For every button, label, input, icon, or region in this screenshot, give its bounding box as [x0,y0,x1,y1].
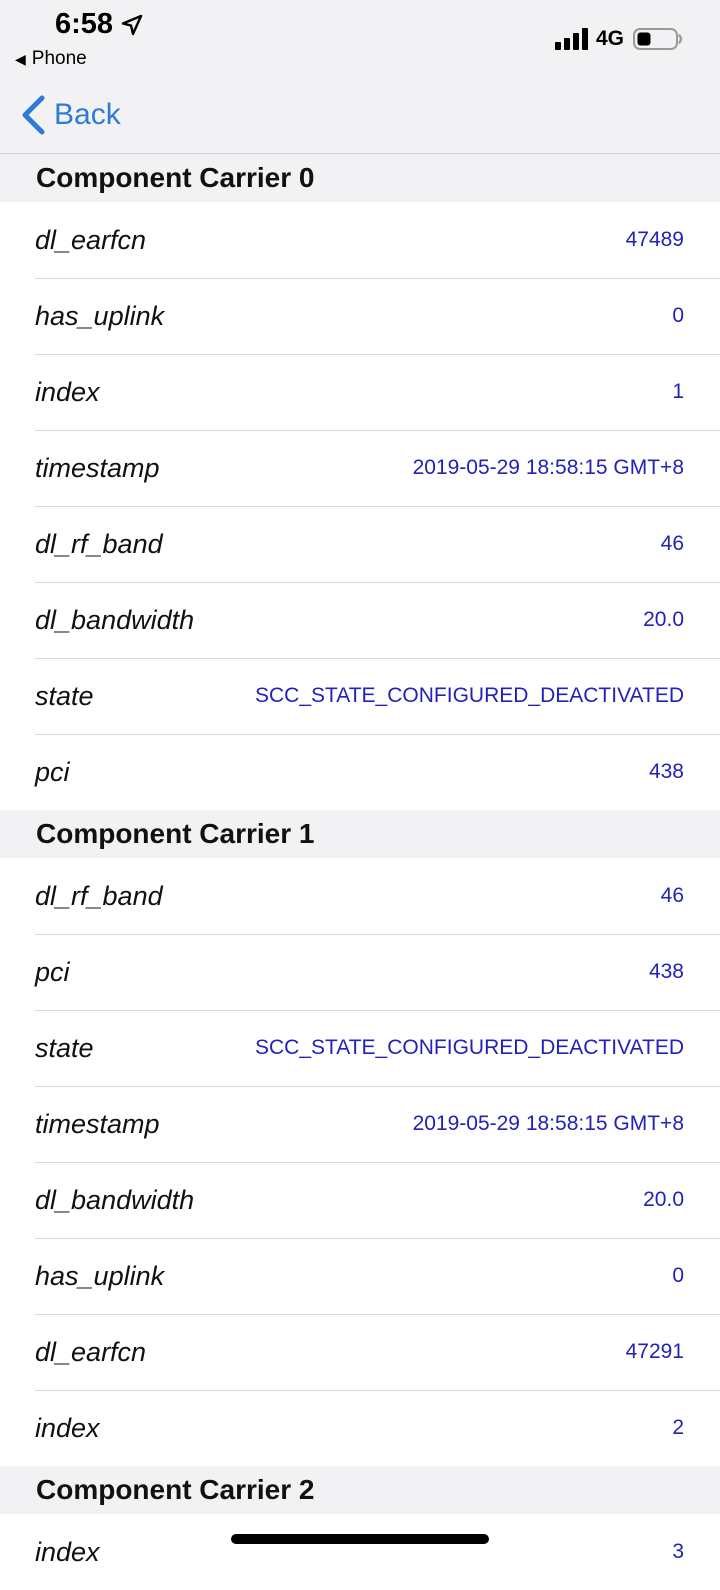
network-type: 4G [596,27,625,50]
row-value: 20.0 [643,608,684,631]
row-key: dl_earfcn [35,224,147,255]
row-value: 47489 [625,228,684,251]
row-value: 47291 [625,1340,684,1363]
row-value: 438 [648,960,684,983]
list-row[interactable]: index 1 [0,354,720,430]
list-row[interactable]: index 3 [0,1514,720,1590]
row-key: has_uplink [35,1260,165,1291]
battery-icon [633,28,683,50]
row-value: 46 [660,532,684,555]
row-value: 0 [672,1264,684,1287]
row-key: timestamp [35,452,160,483]
list-row[interactable]: index 2 [0,1390,720,1466]
location-arrow-icon [121,14,143,36]
row-key: pci [35,756,70,787]
list-row[interactable]: has_uplink 0 [0,1238,720,1314]
list-row[interactable]: dl_rf_band 46 [0,506,720,582]
row-key: index [35,1412,100,1443]
section-rows: dl_rf_band 46 pci 438 state SCC_STATE_CO… [0,858,720,1466]
carrier-list: Component Carrier 0 dl_earfcn 47489 has_… [0,154,720,1590]
row-key: dl_rf_band [35,528,163,559]
row-key: dl_bandwidth [35,604,195,635]
list-row[interactable]: has_uplink 0 [0,278,720,354]
row-key: dl_bandwidth [35,1184,195,1215]
row-value: 0 [672,304,684,327]
row-key: dl_rf_band [35,880,163,911]
status-bar: 6:58 ◀ Phone 4G [0,0,720,80]
section-rows: dl_earfcn 47489 has_uplink 0 index 1 tim… [0,202,720,810]
status-time: 6:58 [55,8,114,40]
section-rows: index 3 [0,1514,720,1590]
list-row[interactable]: state SCC_STATE_CONFIGURED_DEACTIVATED [0,658,720,734]
row-value: 2 [672,1416,684,1439]
section-header: Component Carrier 0 [0,154,720,202]
section-header: Component Carrier 2 [0,1466,720,1514]
back-to-app-link[interactable]: ◀ Phone [15,48,87,70]
list-row[interactable]: dl_bandwidth 20.0 [0,582,720,658]
row-key: pci [35,956,70,987]
list-row[interactable]: state SCC_STATE_CONFIGURED_DEACTIVATED [0,1010,720,1086]
row-key: index [35,376,100,407]
list-row[interactable]: dl_rf_band 46 [0,858,720,934]
row-key: dl_earfcn [35,1336,147,1367]
back-button[interactable]: Back [20,95,121,135]
section-header: Component Carrier 1 [0,810,720,858]
row-key: has_uplink [35,300,165,331]
section-component-carrier-0: Component Carrier 0 dl_earfcn 47489 has_… [0,154,720,810]
signal-bars-icon [555,28,588,50]
row-value: 46 [660,884,684,907]
row-key: state [35,680,94,711]
row-key: timestamp [35,1108,160,1139]
list-row[interactable]: pci 438 [0,934,720,1010]
home-indicator[interactable] [231,1534,489,1544]
row-key: index [35,1536,100,1567]
row-value: 2019-05-29 18:58:15 GMT+8 [412,456,684,479]
list-row[interactable]: dl_bandwidth 20.0 [0,1162,720,1238]
chevron-left-icon [22,95,45,135]
back-app-label: Phone [31,48,87,69]
section-component-carrier-1: Component Carrier 1 dl_rf_band 46 pci 43… [0,810,720,1466]
row-value: 20.0 [643,1188,684,1211]
back-triangle-icon: ◀ [15,51,26,67]
list-row[interactable]: timestamp 2019-05-29 18:58:15 GMT+8 [0,430,720,506]
navigation-bar: Back [0,80,720,154]
row-value: 438 [648,760,684,783]
row-value: 1 [672,380,684,403]
list-row[interactable]: dl_earfcn 47291 [0,1314,720,1390]
list-row[interactable]: timestamp 2019-05-29 18:58:15 GMT+8 [0,1086,720,1162]
list-row[interactable]: pci 438 [0,734,720,810]
back-button-label: Back [54,98,121,131]
row-value: 3 [672,1540,684,1563]
row-value: 2019-05-29 18:58:15 GMT+8 [412,1112,684,1135]
row-value: SCC_STATE_CONFIGURED_DEACTIVATED [254,1036,684,1059]
list-row[interactable]: dl_earfcn 47489 [0,202,720,278]
section-component-carrier-2: Component Carrier 2 index 3 [0,1466,720,1590]
row-value: SCC_STATE_CONFIGURED_DEACTIVATED [254,684,684,707]
row-key: state [35,1032,94,1063]
